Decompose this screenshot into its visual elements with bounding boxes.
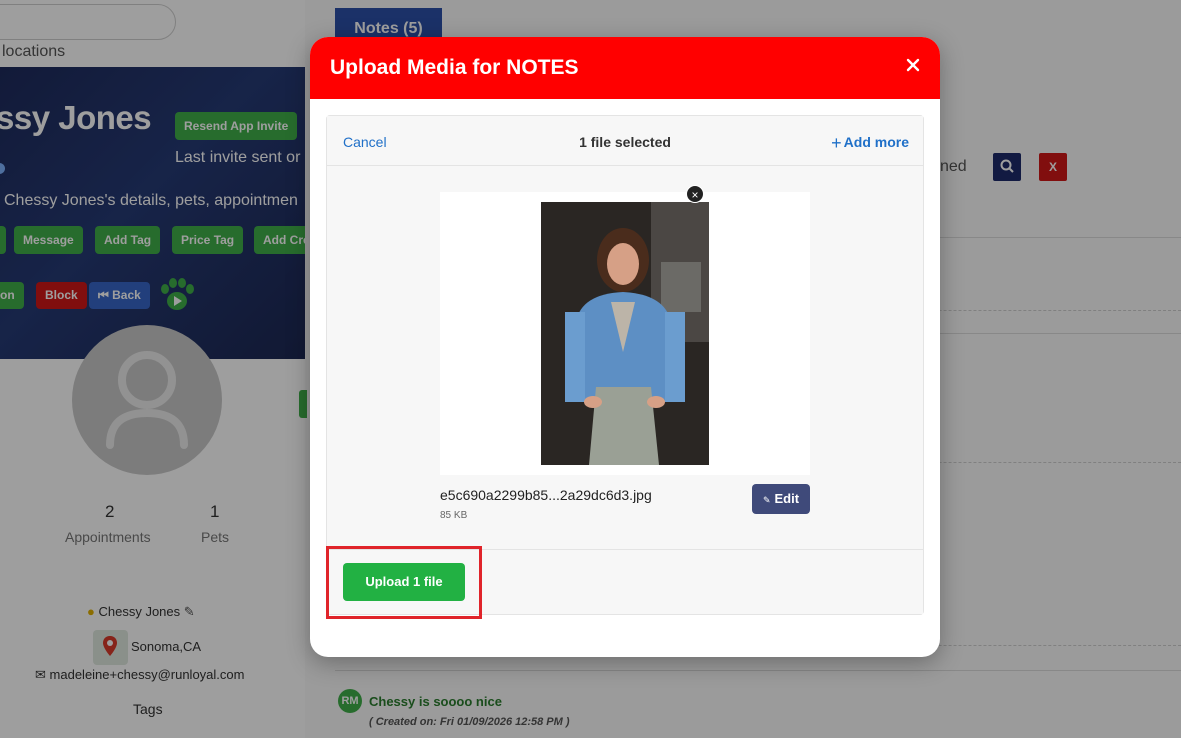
modal-title: Upload Media for NOTES <box>330 56 579 79</box>
file-preview-card <box>440 192 810 475</box>
upload-dashboard: Cancel 1 file selected + Add more × e5c6… <box>326 115 924 615</box>
upload-highlight-box <box>326 546 482 619</box>
file-name: e5c690a2299b85...2a29dc6d3.jpg <box>440 487 652 503</box>
remove-file-icon[interactable]: × <box>686 185 704 203</box>
close-icon[interactable] <box>902 54 924 76</box>
add-more-label: Add more <box>843 134 909 150</box>
plus-icon: + <box>831 133 842 153</box>
modal-header: Upload Media for NOTES <box>310 37 940 99</box>
file-size: 85 KB <box>440 510 468 521</box>
pencil-icon: ✎ <box>762 495 771 505</box>
add-more-button[interactable]: + Add more <box>831 133 909 154</box>
dashboard-top-bar: Cancel 1 file selected + Add more <box>327 116 923 166</box>
edit-label: Edit <box>774 491 800 506</box>
edit-file-button[interactable]: ✎ Edit <box>752 484 810 514</box>
file-thumbnail <box>541 202 709 465</box>
photo-image <box>541 202 709 465</box>
